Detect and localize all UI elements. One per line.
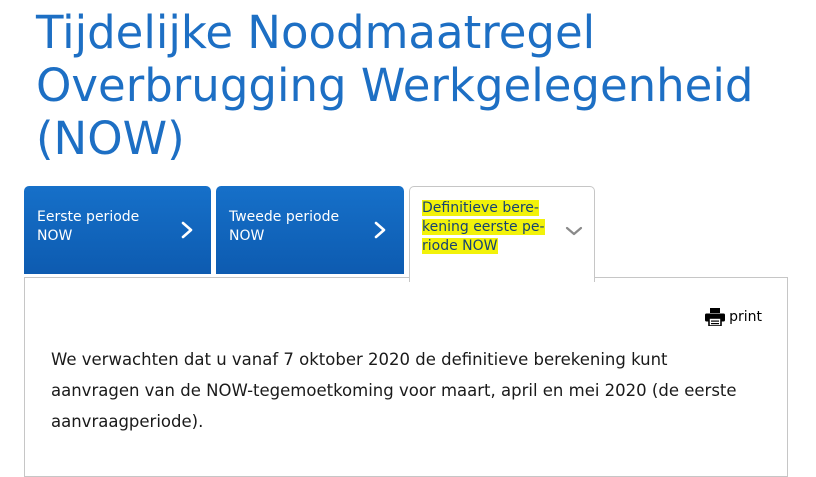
tab-label: Definitieve bere- kening eerste pe- riod…: [422, 199, 552, 256]
page-title: Tijdelijke Noodmaatregel Overbrugging We…: [36, 6, 754, 165]
printer-icon: [705, 308, 726, 326]
content-paragraph: We verwachten dat u vanaf 7 oktober 2020…: [51, 350, 737, 431]
print-label: print: [729, 309, 762, 325]
tab-tweede-periode[interactable]: Tweede periode NOW: [216, 186, 404, 274]
tab-label: Tweede periode NOW: [229, 209, 340, 244]
tab-eerste-periode[interactable]: Eerste periode NOW: [24, 186, 211, 274]
chevron-right-icon: [181, 221, 193, 239]
highlighted-text: Definitieve bere- kening eerste pe- riod…: [422, 200, 545, 254]
tab-label: Eerste periode NOW: [37, 209, 140, 244]
chevron-right-icon: [374, 221, 386, 239]
print-link[interactable]: print: [705, 308, 762, 326]
tab-content-panel: print We verwachten dat u vanaf 7 oktobe…: [24, 277, 788, 477]
chevron-down-icon: [565, 226, 583, 236]
tab-definitieve-berekening[interactable]: Definitieve bere- kening eerste pe- riod…: [409, 186, 595, 282]
